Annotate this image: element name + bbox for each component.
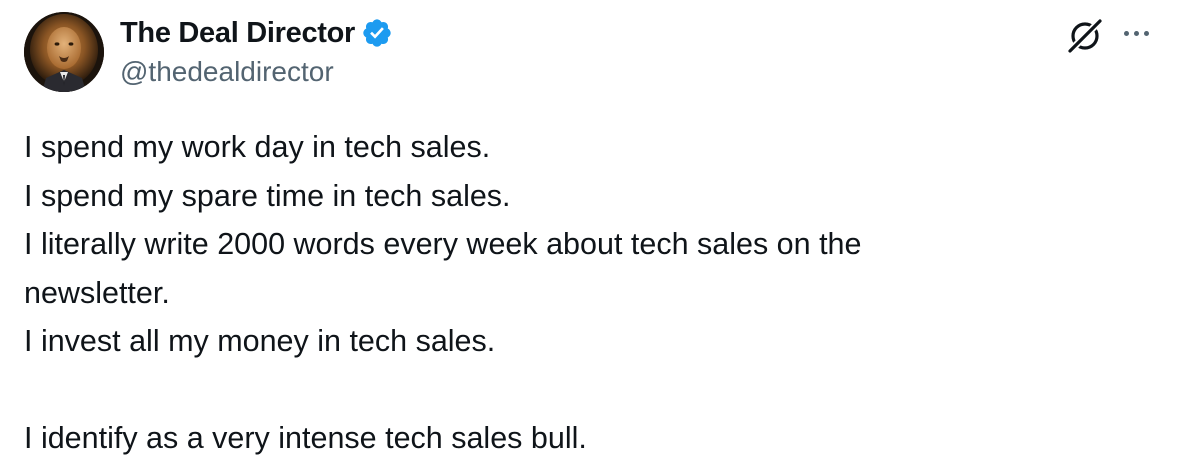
author-name-row: The Deal Director xyxy=(120,15,393,51)
lion-avatar-icon xyxy=(24,12,104,92)
more-options-icon[interactable] xyxy=(1116,18,1156,48)
tweet-line: I invest all my money in tech sales. xyxy=(24,324,496,358)
grok-icon[interactable] xyxy=(1064,14,1106,56)
tweet-line: I identify as a very intense tech sales … xyxy=(24,421,587,455)
author-display-name[interactable]: The Deal Director xyxy=(120,17,355,50)
tweet-line: newsletter. xyxy=(24,275,170,310)
more-dot xyxy=(1133,30,1139,36)
more-dot xyxy=(1143,30,1149,36)
tweet-line: I spend my spare time in tech sales. xyxy=(24,178,511,213)
tweet-line: I literally write 2000 words every week … xyxy=(24,227,862,261)
author-avatar[interactable] xyxy=(24,12,104,92)
tweet-line: I spend my work day in tech sales. xyxy=(24,130,491,164)
tweet-text: I spend my work day in tech sales. I spe… xyxy=(24,123,1144,463)
author-handle[interactable]: @thedealdirector xyxy=(120,56,334,88)
tweet-card: The Deal Director @thedealdirector I spe… xyxy=(0,0,1180,468)
verified-badge-icon xyxy=(363,19,391,47)
more-dot xyxy=(1123,30,1129,36)
